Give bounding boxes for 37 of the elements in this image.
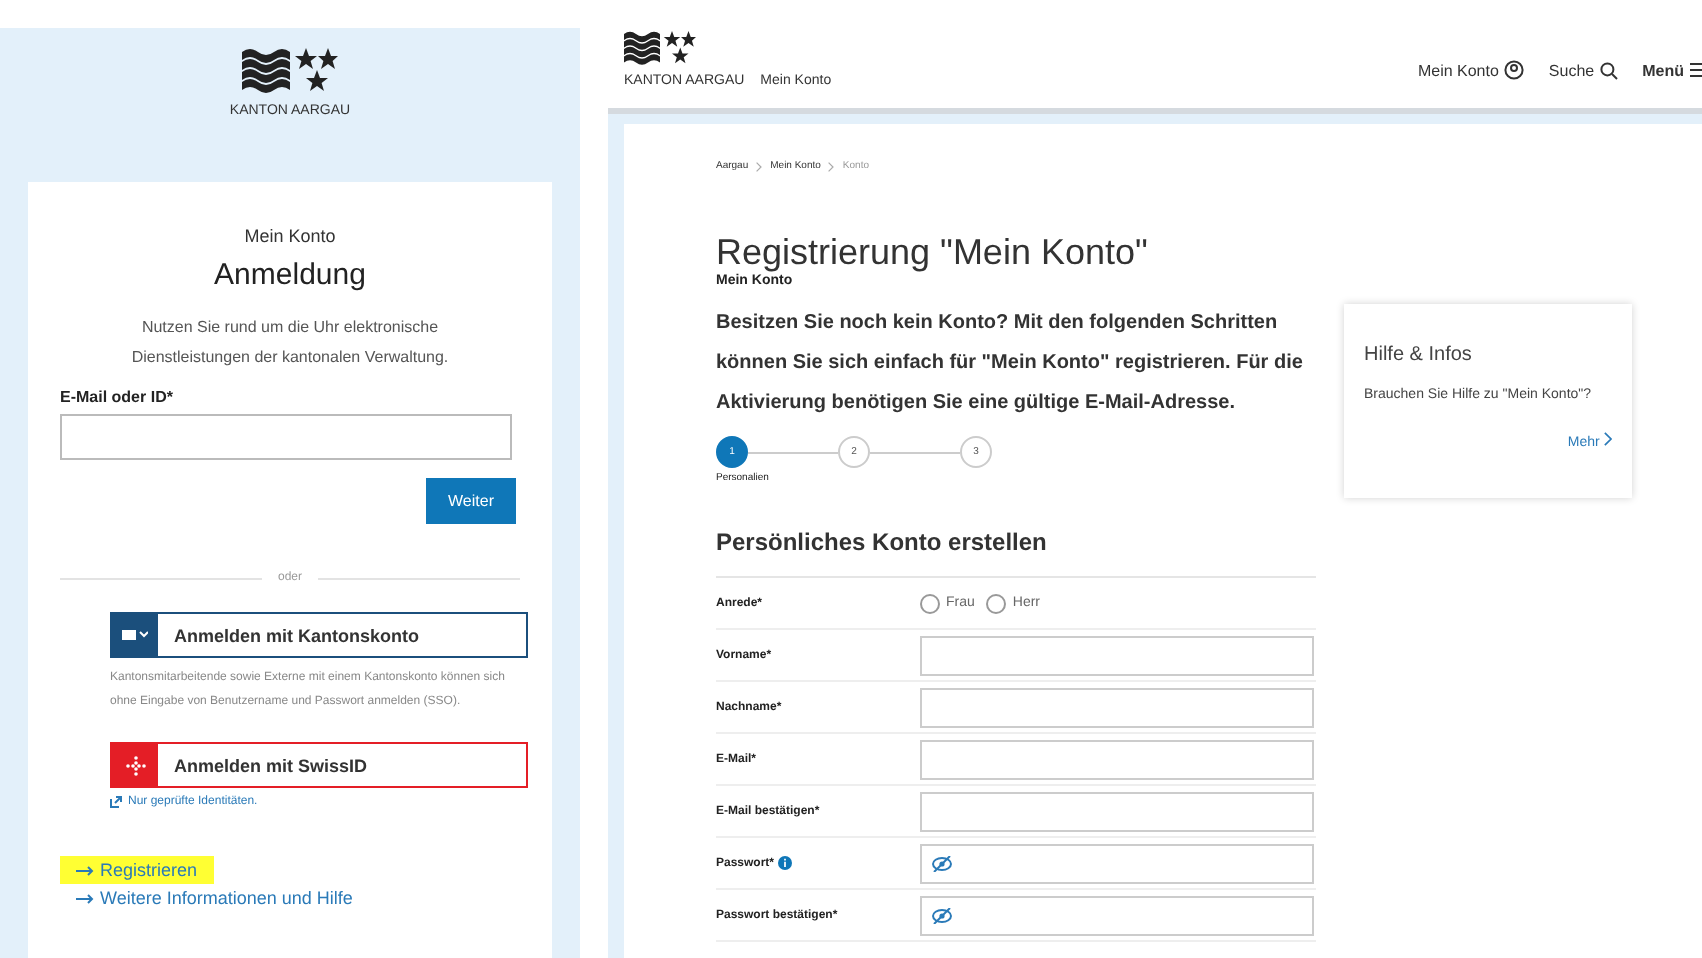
text-field[interactable] bbox=[920, 687, 1314, 727]
chevron-icon bbox=[1603, 432, 1612, 446]
text-field[interactable] bbox=[920, 635, 1314, 675]
coat-of-arms-logo bbox=[624, 28, 696, 70]
email-label: E-Mail oder ID* bbox=[60, 388, 175, 406]
password-field[interactable] bbox=[920, 895, 1314, 935]
chevron-icon bbox=[756, 161, 763, 171]
login-option-button[interactable]: Anmelden mit SwissID bbox=[110, 742, 528, 788]
login-title: Anmeldung bbox=[212, 258, 368, 292]
link[interactable]: Weitere Informationen und Hilfe bbox=[60, 884, 369, 912]
login-subtitle: Mein Konto bbox=[242, 226, 338, 246]
help-title: Hilfe & Infos bbox=[1364, 344, 1474, 366]
text-field[interactable] bbox=[920, 739, 1314, 779]
login-option-button[interactable]: Anmelden mit Kantonskonto bbox=[110, 612, 528, 658]
link[interactable]: Registrieren bbox=[60, 856, 214, 884]
cross-dots-icon bbox=[125, 755, 145, 775]
text-field[interactable] bbox=[920, 791, 1314, 831]
intro-text: Besitzen Sie noch kein Konto? Mit den folgenden Schritten können Sie sich einfach für "Mein Konto" registrieren. Für die Aktivierung benötigen Sie eine gültige E-Mail-Adresse. bbox=[716, 310, 1305, 418]
form-title: Persönliches Konto erstellen bbox=[716, 528, 1316, 578]
email-field[interactable] bbox=[60, 414, 512, 460]
nav-link[interactable]: Menü bbox=[1642, 60, 1702, 80]
arrow-icon bbox=[76, 866, 94, 876]
account-icon bbox=[1504, 60, 1525, 80]
chevron-icon bbox=[828, 161, 835, 171]
menu-icon bbox=[1690, 62, 1702, 78]
eye-slash-icon[interactable] bbox=[932, 855, 952, 871]
page-title: Registrierung "Mein Konto" bbox=[716, 232, 1150, 273]
arrow-icon bbox=[76, 894, 94, 904]
next-button[interactable]: Weiter bbox=[426, 478, 516, 524]
card-icon bbox=[122, 629, 148, 641]
nav-link[interactable]: Suche bbox=[1548, 60, 1619, 80]
nav-link[interactable]: Mein Konto bbox=[1417, 60, 1525, 80]
external-link-icon bbox=[110, 796, 122, 808]
eye-slash-icon[interactable] bbox=[932, 907, 952, 923]
password-field[interactable] bbox=[920, 843, 1314, 883]
search-icon bbox=[1600, 61, 1619, 79]
login-intro: Nutzen Sie rund um die Uhr elektronische Dienstleistungen der kantonalen Verwaltung. bbox=[129, 316, 451, 370]
